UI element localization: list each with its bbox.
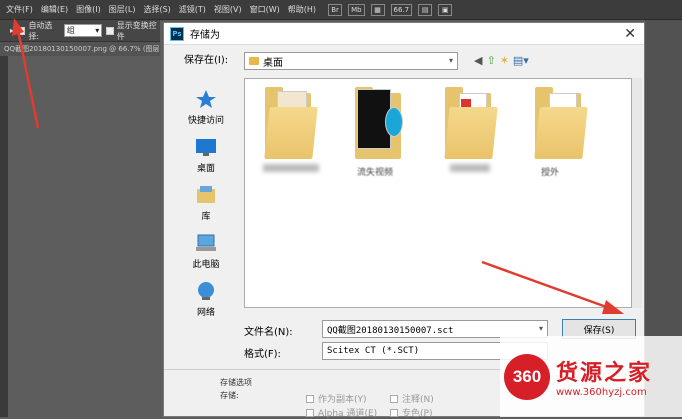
logo-url: www.360hyzj.com [556, 387, 647, 398]
logo-badge: 360 [504, 353, 550, 400]
watermark-logo: 360 货源之家 www.360hyzj.com [500, 336, 682, 417]
logo-text: 货源之家 [556, 361, 653, 386]
